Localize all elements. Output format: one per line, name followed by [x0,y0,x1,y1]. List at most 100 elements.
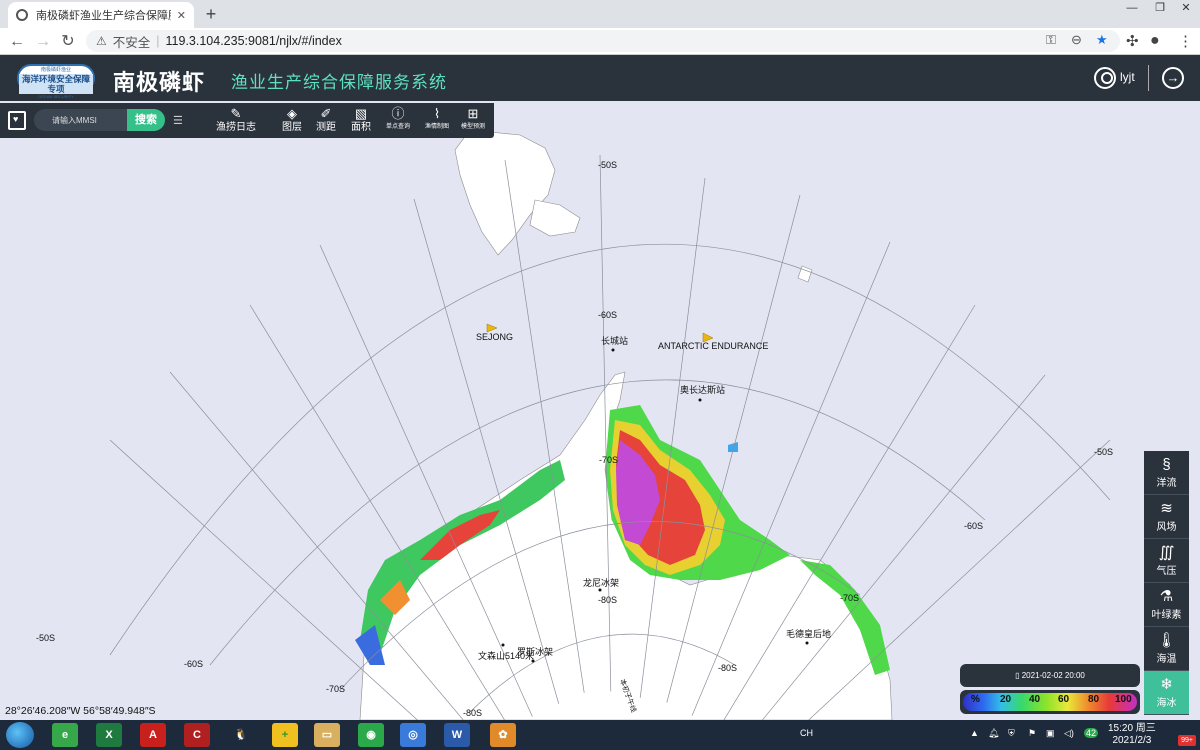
star-icon[interactable]: ★ [1096,32,1108,48]
excel-app-icon[interactable]: X [96,723,122,747]
south-america-land [454,129,556,256]
back-button[interactable]: ← [6,31,28,53]
app-title: 南极磷虾 [113,70,206,95]
taskbar-clock[interactable]: 15:20 周三 2021/2/3 [1108,723,1156,747]
bell-icon[interactable]: 🔔︎ [988,728,999,739]
map-toolbar: 搜索 ☰ ✎ 渔捞日志 ◈ 图层 ✐ 测距 ▧ 面积 ⓘ 单点查询 ⌇ 渔情制图… [0,103,494,138]
vessel-label[interactable]: ANTARCTIC ENDURANCE [658,341,768,351]
draw-icon: ⌇ [433,106,441,121]
shield-icon[interactable]: ⛨ [1008,728,1015,739]
lat-label: -70S [326,684,345,694]
lat-label: -50S [598,160,617,170]
network-icon[interactable]: ▣ [1046,728,1055,739]
ruler-icon: ✐ [320,106,332,121]
vessel-icon[interactable] [486,323,498,333]
wechat-app-icon[interactable]: ◉ [358,723,384,747]
tool-label: 模型预测 [461,124,486,130]
forward-button[interactable]: → [32,31,54,53]
key-icon[interactable]: ⚿ [1046,32,1056,48]
search-button[interactable]: 搜索 [127,109,165,131]
layer-wind[interactable]: ≋ 风场 [1144,495,1189,539]
color-legend: % 20 40 60 80 100 [960,690,1140,714]
tool-label: 渔捞日志 [216,122,256,133]
citic-app-icon[interactable]: C [184,723,210,747]
layer-panel: § 洋流 ≋ 风场 ∭ 气压 ⚗ 叶绿素 🌡︎ 海温 ❄ 海冰 [1144,451,1189,715]
map-canvas[interactable]: -50S -60S -70S -80S -50S -60S -70S -80S … [0,101,1200,720]
tray-expand-icon[interactable]: ▲ [970,728,979,738]
tool-label: 测距 [316,122,336,133]
user-icon[interactable] [1094,67,1116,89]
username[interactable]: lyjt [1120,70,1135,84]
thermometer-icon: 🌡︎ [1156,632,1177,649]
filter-icon[interactable]: ☰ [173,114,183,127]
url-field[interactable]: ⚠ 不安全 | 119.3.104.235:9081/njlx/#/index [86,30,1120,52]
logo-bottom-text: OCEAN SECURITY [38,94,74,99]
tool-point-query[interactable]: ⓘ 单点查询 [386,106,410,132]
layer-chlorophyll[interactable]: ⚗ 叶绿素 [1144,583,1189,627]
place-marker [531,659,535,663]
start-button[interactable] [6,722,34,748]
address-bar: ← → ↻ ⚠ 不安全 | 119.3.104.235:9081/njlx/#/… [0,28,1200,55]
lat-label: -80S [718,663,737,673]
os-taskbar: e X A C 🐧 + ▭ ◉ ◎ W ✿ CH ▲ 🔔︎ ⛨ ⚑ ▣ ◁) 4… [0,720,1200,750]
layer-sea-ice[interactable]: ❄ 海冰 [1144,671,1189,715]
flask-icon: ⚗ [1159,588,1174,605]
tool-layers[interactable]: ◈ 图层 [282,106,302,134]
legend-tick: 40 [1029,694,1041,705]
flag-icon[interactable]: ⚑ [1028,728,1036,739]
profile-icon[interactable]: ● [1150,32,1160,50]
place-marker [805,641,809,645]
notification-badge[interactable]: 99+ [1178,735,1196,746]
logout-icon[interactable]: → [1162,67,1184,89]
station-marker[interactable] [698,398,702,402]
volume-icon[interactable]: ◁) [1064,728,1074,739]
place-label: 毛德皇后地 [786,628,831,639]
tool-measure-area[interactable]: ▧ 面积 [351,106,371,134]
current-icon: § [1162,456,1171,473]
minimize-button[interactable]: — [1118,0,1146,18]
tool-measure-distance[interactable]: ✐ 测距 [316,106,336,134]
favorites-icon[interactable] [8,111,26,130]
lat-label: -60S [598,310,617,320]
pdf-app-icon[interactable]: A [140,723,166,747]
time-display[interactable]: ▯ 2021-02-02 20:00 [960,664,1140,687]
reload-button[interactable]: ↻ [57,31,79,53]
browser-app-icon[interactable]: e [52,723,78,747]
vessel-label[interactable]: SEJONG [476,332,513,342]
maximize-button[interactable]: ❐ [1146,0,1174,18]
layer-label: 洋流 [1156,478,1177,489]
legend-unit: % [971,694,980,705]
new-tab-button[interactable]: + [200,4,222,26]
layer-sea-temp[interactable]: 🌡︎ 海温 [1144,627,1189,671]
lat-label: -70S [840,593,859,603]
mmsi-search-input[interactable] [34,109,128,131]
station-marker[interactable] [611,348,615,352]
layer-ocean-current[interactable]: § 洋流 [1144,451,1189,495]
chrome-app-icon[interactable]: ◎ [400,723,426,747]
window-close-button[interactable]: ✕ [1172,0,1200,18]
lat-label: -60S [964,521,983,531]
logo-top-text: 南极磷虾渔业 [40,67,71,73]
word-app-icon[interactable]: W [444,723,470,747]
photos-app-icon[interactable]: ✿ [490,723,516,747]
tool-model-forecast[interactable]: ⊞ 模型预测 [461,106,485,132]
legend-tick: 80 [1088,694,1100,705]
security-app-icon[interactable]: + [272,723,298,747]
tool-fishing-log[interactable]: ✎ 渔捞日志 [216,106,256,134]
menu-icon[interactable]: ⋮ [1178,32,1193,50]
layer-pressure[interactable]: ∭ 气压 [1144,539,1189,583]
polar-map[interactable]: -50S -60S -70S -80S -50S -60S -70S -80S … [0,101,1200,720]
folder-app-icon[interactable]: ▭ [314,723,340,747]
battery-indicator[interactable]: 42 [1084,728,1099,738]
extensions-icon[interactable]: ✣ [1126,32,1139,50]
tool-fishing-map[interactable]: ⌇ 渔情制图 [425,106,449,132]
tab-close-icon[interactable]: ✕ [177,9,186,22]
place-label: 罗斯冰架 [517,646,553,657]
qq-app-icon[interactable]: 🐧 [228,723,254,747]
cursor-coordinates: 28°26′46.208″W 56°58′49.948″S [5,705,156,717]
url-separator: | [156,34,160,48]
language-indicator[interactable]: CH [800,728,813,738]
browser-tab[interactable]: 南极磷虾渔业生产综合保障服务系 ✕ [8,2,194,28]
zoom-icon[interactable]: ⊖ [1071,32,1082,48]
wind-icon: ≋ [1160,500,1173,517]
